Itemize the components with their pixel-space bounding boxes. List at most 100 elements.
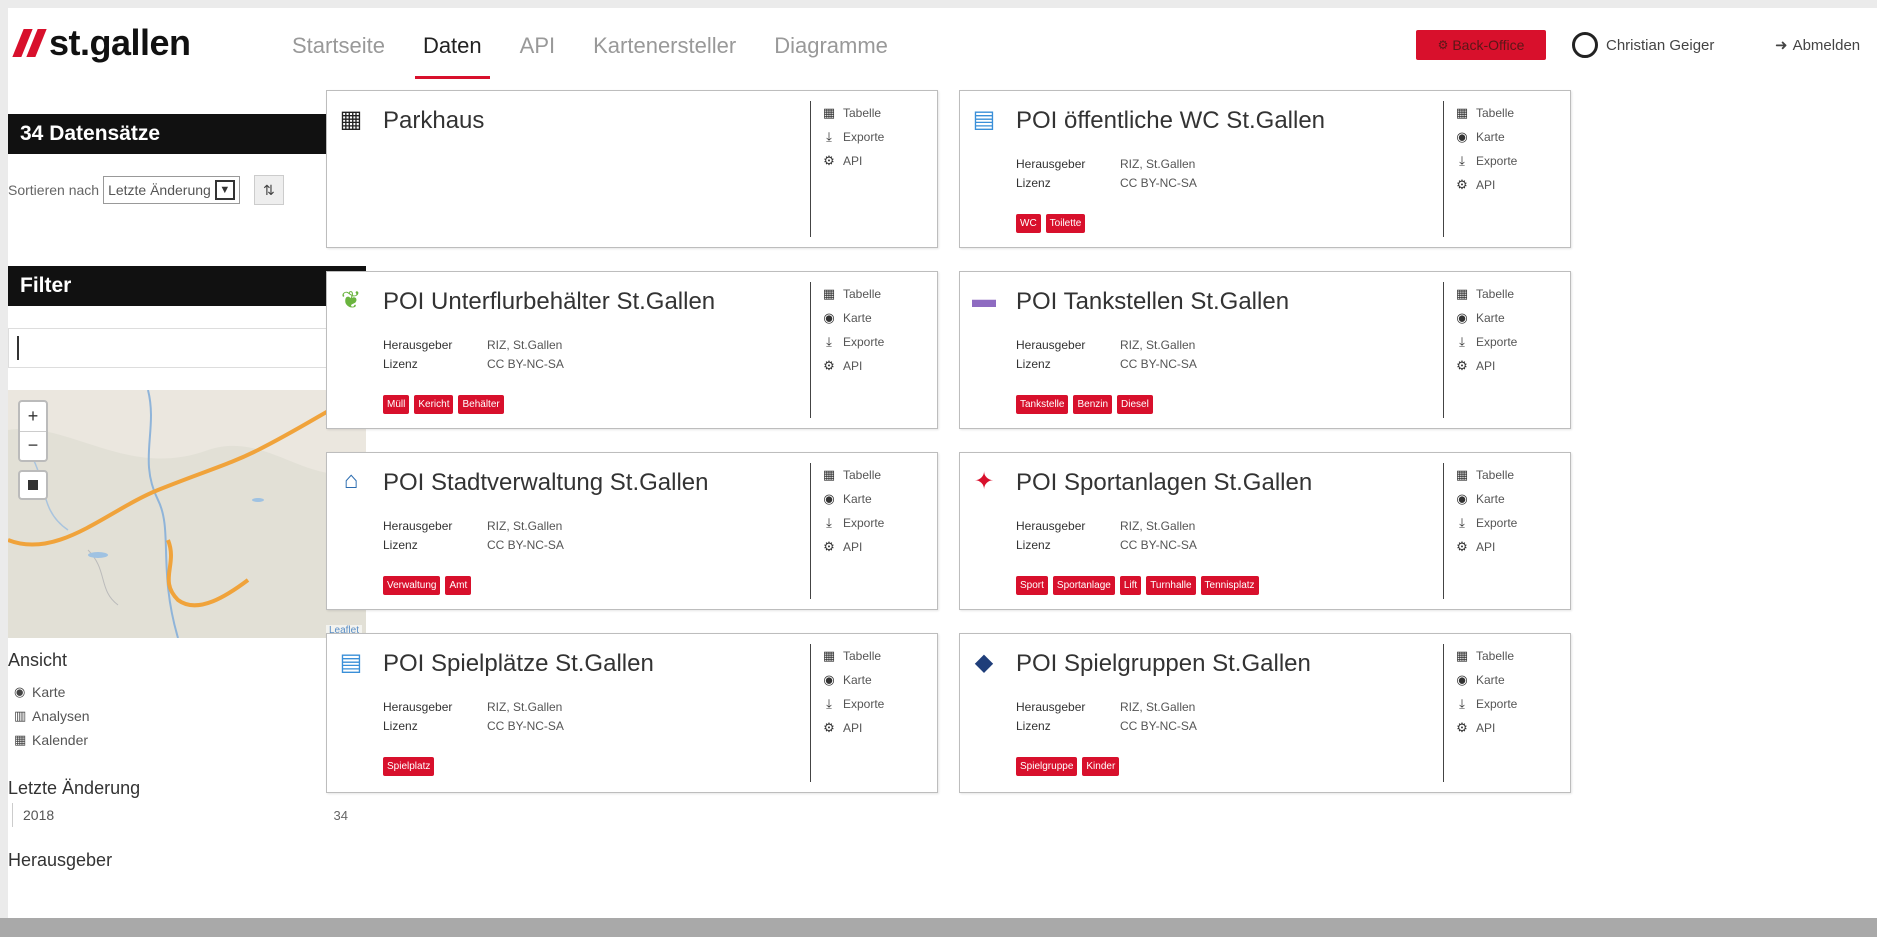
tag[interactable]: Benzin bbox=[1073, 395, 1113, 414]
nav-daten[interactable]: Daten bbox=[404, 8, 501, 79]
dataset-meta: Herausgeber RIZ, St.Gallen Lizenz CC BY-NC-… bbox=[1016, 519, 1280, 552]
action-table[interactable]: ▦ Tabelle bbox=[821, 644, 930, 668]
dataset-card[interactable]: ▬ POI Tankstellen St.Gallen Herausgeber RIZ… bbox=[959, 271, 1571, 429]
action-api[interactable]: ⚙ API bbox=[1454, 716, 1563, 740]
action-export[interactable]: ⤓ Exporte bbox=[821, 692, 930, 716]
action-label: Exporte bbox=[843, 130, 885, 144]
tag[interactable]: Kericht bbox=[414, 395, 454, 414]
tag[interactable]: Amt bbox=[445, 576, 472, 595]
action-map[interactable]: ◉ Karte bbox=[1454, 487, 1563, 511]
action-map[interactable]: ◉ Karte bbox=[821, 668, 930, 692]
tag[interactable]: Tennisplatz bbox=[1200, 576, 1259, 595]
tag[interactable]: Verwaltung bbox=[383, 576, 441, 595]
nav-startseite[interactable]: Startseite bbox=[273, 8, 404, 78]
back-office-button[interactable]: ⚙ Back-Office bbox=[1416, 30, 1546, 60]
action-export[interactable]: ⤓ Exporte bbox=[1454, 692, 1563, 716]
tag[interactable]: Spielplatz bbox=[383, 757, 435, 776]
zoom-in-button[interactable]: + bbox=[20, 402, 46, 431]
dataset-title[interactable]: Parkhaus bbox=[383, 107, 484, 135]
action-export[interactable]: ⤓ Exporte bbox=[821, 125, 930, 149]
dataset-card[interactable]: ◆ POI Spielgruppen St.Gallen Herausgeber RI… bbox=[959, 633, 1571, 793]
tag[interactable]: Sport bbox=[1016, 576, 1048, 595]
action-table[interactable]: ▦ Tabelle bbox=[821, 101, 930, 125]
map[interactable]: + − Leaflet bbox=[8, 390, 366, 638]
cogs-icon: ⚙ bbox=[823, 720, 835, 735]
dataset-title[interactable]: POI Sportanlagen St.Gallen bbox=[1016, 469, 1312, 497]
action-api[interactable]: ⚙ API bbox=[1454, 535, 1563, 559]
tag[interactable]: WC bbox=[1016, 214, 1041, 233]
facet-karte[interactable]: ◉ Karte 33 bbox=[14, 680, 366, 704]
meta-publisher-value: RIZ, St.Gallen bbox=[1120, 157, 1196, 171]
action-export[interactable]: ⤓ Exporte bbox=[821, 511, 930, 535]
meta-license-label: Lizenz bbox=[383, 719, 418, 733]
user-menu[interactable]: Christian Geiger bbox=[1572, 30, 1714, 60]
dataset-title[interactable]: POI Spielplätze St.Gallen bbox=[383, 650, 654, 678]
dataset-title[interactable]: POI Tankstellen St.Gallen bbox=[1016, 288, 1289, 316]
dataset-card[interactable]: ⌂ POI Stadtverwaltung St.Gallen Herausgebe… bbox=[326, 452, 938, 610]
action-table[interactable]: ▦ Tabelle bbox=[1454, 101, 1563, 125]
sort-select[interactable]: Letzte Änderung ▼ bbox=[103, 176, 240, 204]
action-map[interactable]: ◉ Karte bbox=[1454, 306, 1563, 330]
dataset-card[interactable]: ▤ POI Spielplätze St.Gallen Herausgeber RIZ… bbox=[326, 633, 938, 793]
dataset-title[interactable]: POI Stadtverwaltung St.Gallen bbox=[383, 469, 709, 497]
action-map[interactable]: ◉ Karte bbox=[1454, 125, 1563, 149]
facet-year-2018[interactable]: 2018 34 bbox=[12, 803, 364, 827]
tag[interactable]: Sportanlage bbox=[1052, 576, 1115, 595]
zoom-out-button[interactable]: − bbox=[20, 430, 46, 461]
action-api[interactable]: ⚙ API bbox=[821, 354, 930, 378]
tag[interactable]: Spielgruppe bbox=[1016, 757, 1078, 776]
action-map[interactable]: ◉ Karte bbox=[1454, 668, 1563, 692]
logout-link[interactable]: ➜ Abmelden bbox=[1775, 30, 1860, 60]
cogs-icon: ⚙ bbox=[1456, 720, 1468, 735]
dataset-card[interactable]: ▤ POI öffentliche WC St.Gallen Herausgeber… bbox=[959, 90, 1571, 248]
action-api[interactable]: ⚙ API bbox=[821, 149, 930, 173]
st-gallen-logo[interactable]: st.gallen bbox=[12, 22, 191, 64]
action-api[interactable]: ⚙ API bbox=[1454, 173, 1563, 197]
nav-diagramme[interactable]: Diagramme bbox=[755, 8, 907, 78]
action-api[interactable]: ⚙ API bbox=[821, 535, 930, 559]
tag[interactable]: Behälter bbox=[458, 395, 504, 414]
download-icon: ⤓ bbox=[826, 334, 832, 349]
action-table[interactable]: ▦ Tabelle bbox=[1454, 463, 1563, 487]
action-map[interactable]: ◉ Karte bbox=[821, 487, 930, 511]
dataset-card[interactable]: ❦ POI Unterflurbehälter St.Gallen Herausge… bbox=[326, 271, 938, 429]
tag[interactable]: Turnhalle bbox=[1146, 576, 1196, 595]
dataset-title[interactable]: POI öffentliche WC St.Gallen bbox=[1016, 107, 1325, 135]
action-api[interactable]: ⚙ API bbox=[1454, 354, 1563, 378]
action-table[interactable]: ▦ Tabelle bbox=[821, 282, 930, 306]
action-export[interactable]: ⤓ Exporte bbox=[821, 330, 930, 354]
action-map[interactable]: ◉ Karte bbox=[821, 306, 930, 330]
action-label: API bbox=[1476, 359, 1496, 373]
sort-direction-button[interactable]: ⇅ bbox=[253, 175, 284, 205]
action-table[interactable]: ▦ Tabelle bbox=[1454, 644, 1563, 668]
dataset-card[interactable]: ✦ POI Sportanlagen St.Gallen Herausgeber RI… bbox=[959, 452, 1571, 610]
action-table[interactable]: ▦ Tabelle bbox=[1454, 282, 1563, 306]
action-export[interactable]: ⤓ Exporte bbox=[1454, 149, 1563, 173]
meta-license-value: CC BY-NC-SA bbox=[487, 538, 564, 552]
meta-publisher-label: Herausgeber bbox=[1016, 700, 1086, 714]
action-label: Exporte bbox=[1476, 697, 1518, 711]
action-api[interactable]: ⚙ API bbox=[821, 716, 930, 740]
logout-label: Abmelden bbox=[1792, 36, 1861, 54]
dataset-card[interactable]: ▦ Parkhaus ▦ Tabelle ⤓ Exporte ⚙ API bbox=[326, 90, 938, 248]
action-export[interactable]: ⤓ Exporte bbox=[1454, 511, 1563, 535]
action-table[interactable]: ▦ Tabelle bbox=[821, 463, 930, 487]
tag[interactable]: Tankstelle bbox=[1016, 395, 1069, 414]
nav-kartenersteller[interactable]: Kartenersteller bbox=[574, 8, 755, 78]
meta-publisher-value: RIZ, St.Gallen bbox=[1120, 519, 1196, 533]
tag[interactable]: Kinder bbox=[1082, 757, 1120, 776]
meta-publisher-label: Herausgeber bbox=[1016, 338, 1086, 352]
nav-api[interactable]: API bbox=[501, 8, 574, 78]
facet-kalender[interactable]: ▦ Kalender 1 bbox=[14, 728, 366, 752]
search-input[interactable] bbox=[17, 336, 327, 360]
draw-rectangle-button[interactable] bbox=[18, 470, 48, 500]
tag[interactable]: Lift bbox=[1119, 576, 1142, 595]
action-export[interactable]: ⤓ Exporte bbox=[1454, 330, 1563, 354]
tag[interactable]: Diesel bbox=[1117, 395, 1153, 414]
meta-publisher-label: Herausgeber bbox=[1016, 157, 1086, 171]
tag[interactable]: Toilette bbox=[1045, 214, 1086, 233]
tag[interactable]: Müll bbox=[383, 395, 410, 414]
dataset-title[interactable]: POI Spielgruppen St.Gallen bbox=[1016, 650, 1311, 678]
dataset-title[interactable]: POI Unterflurbehälter St.Gallen bbox=[383, 288, 715, 316]
facet-analysen[interactable]: ▥ Analysen 1 bbox=[14, 704, 366, 728]
